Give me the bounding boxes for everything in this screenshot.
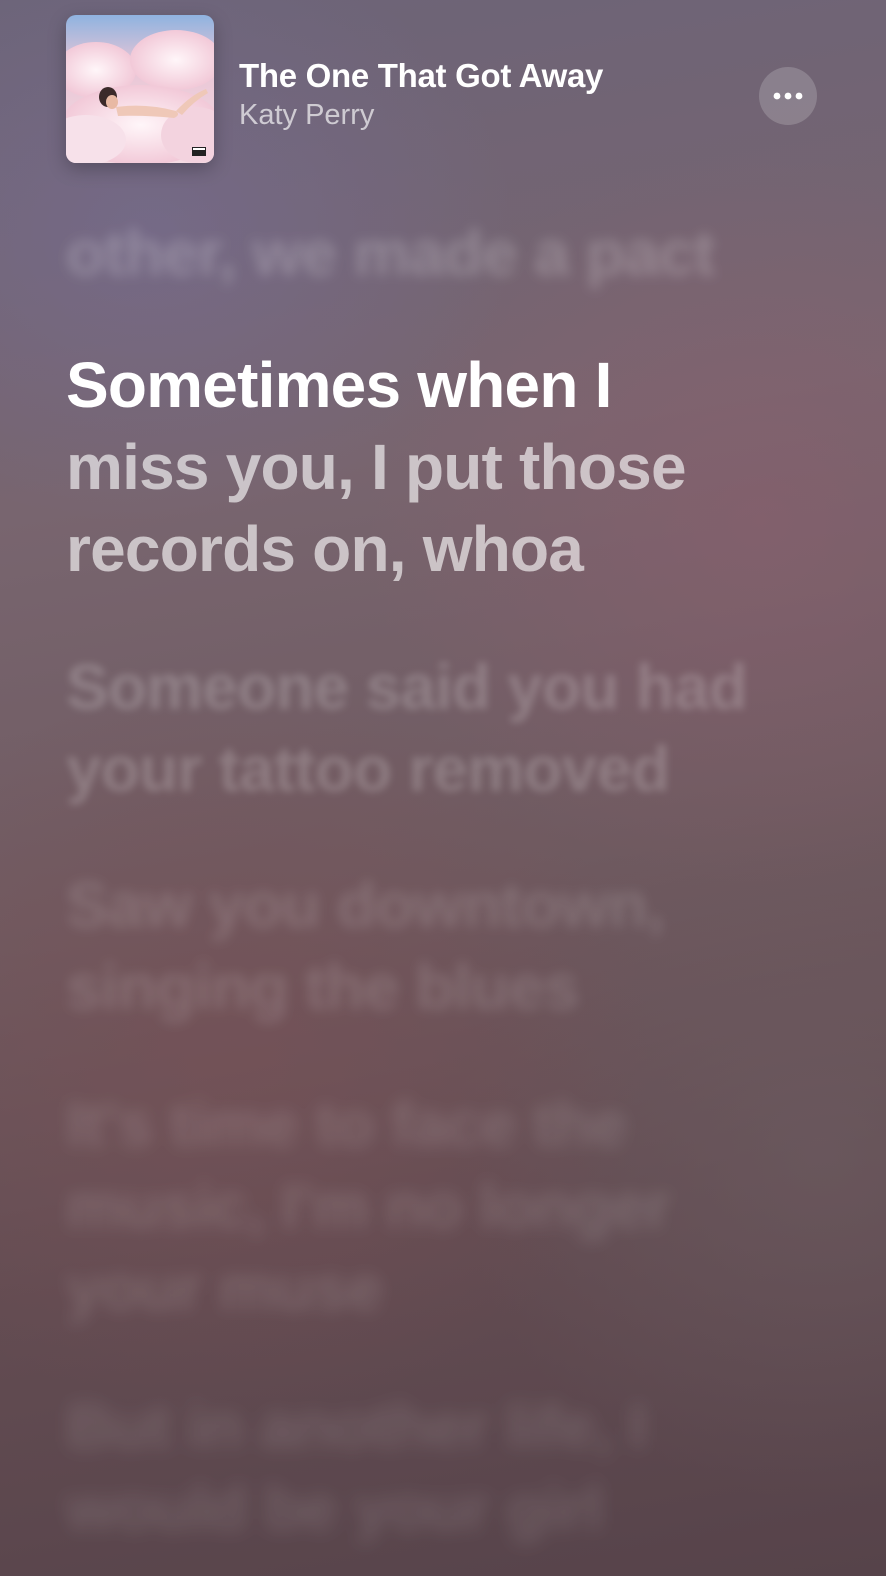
lyric-text: other, we made a pact [66,217,715,289]
track-title[interactable]: The One That Got Away [239,57,603,95]
lyric-line-previous[interactable]: other, we made a pact [66,212,826,294]
lyric-line-upcoming[interactable]: But in another life, I would be your gir… [66,1385,826,1549]
track-artist[interactable]: Katy Perry [239,99,374,132]
lyric-text-sung: Sometimes when I [66,349,612,421]
lyric-text: would be your girl [66,1472,604,1544]
lyric-text: music, I'm no longer [66,1170,671,1242]
lyrics-view[interactable]: other, we made a pact Sometimes when I m… [0,0,886,1576]
lyric-text: singing the blues [66,951,579,1023]
lyric-text: your tattoo removed [66,733,670,805]
now-playing-header: The One That Got Away Katy Perry [0,0,886,180]
lyric-text-unsung: miss you, I put those [66,431,687,503]
more-options-button[interactable] [759,67,817,125]
lyric-text: It's time to face the [66,1088,627,1160]
lyric-text: Saw you downtown, [66,869,665,941]
lyric-line-upcoming[interactable]: Someone said you had your tattoo removed [66,646,826,810]
lyric-text-unsung: records on, whoa [66,513,584,585]
ellipsis-icon [773,92,803,100]
lyric-text: But in another life, I [66,1390,647,1462]
lyric-text: your muse [66,1252,383,1324]
album-cover-image [66,15,214,163]
lyric-line-upcoming[interactable]: Saw you downtown, singing the blues [66,864,826,1028]
album-art[interactable] [66,15,214,163]
lyric-text: Someone said you had [66,651,748,723]
lyric-line-active[interactable]: Sometimes when I miss you, I put those r… [66,344,826,590]
lyric-line-upcoming[interactable]: It's time to face the music, I'm no long… [66,1083,826,1329]
